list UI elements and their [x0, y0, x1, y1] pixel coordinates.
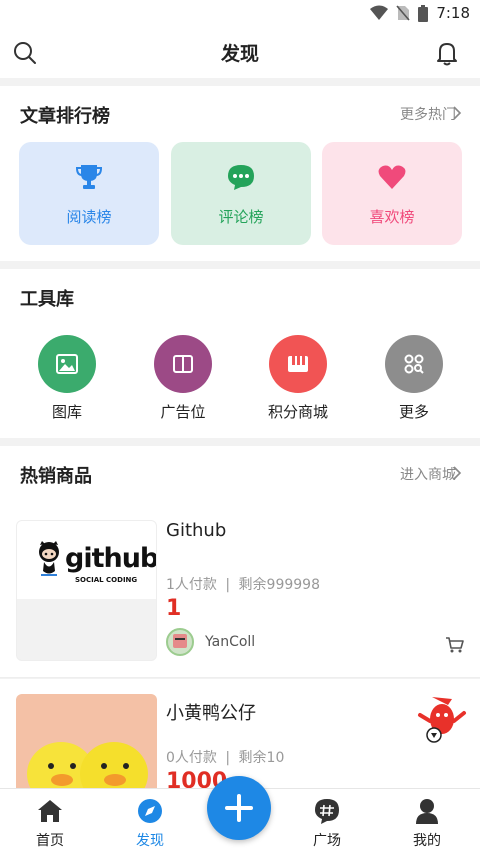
octocat-icon [39, 541, 59, 576]
add-post-button[interactable] [207, 776, 271, 840]
tab-discover-label: 发现 [136, 833, 164, 849]
shop-icon [288, 356, 308, 372]
hot-section-title: 热销商品 [20, 466, 92, 487]
rank-section-title: 文章排行榜 [20, 106, 110, 127]
tab-home-label: 首页 [36, 833, 64, 849]
paid-count: 1人付款 [166, 577, 217, 593]
tool-gallery-label: 图库 [51, 403, 82, 421]
product-name: 小黄鸭公仔 [166, 703, 256, 724]
comment-icon [228, 165, 254, 190]
compass-icon [138, 799, 162, 823]
tool-points-mall[interactable]: 积分商城 [248, 335, 348, 422]
rank-card-read[interactable]: 阅读榜 [19, 142, 159, 245]
book-icon [173, 355, 193, 373]
seller-avatar[interactable] [166, 628, 194, 656]
no-sim-icon [396, 5, 410, 21]
yellow-duck-image [27, 742, 148, 788]
home-icon [38, 800, 62, 822]
plus-icon [225, 794, 253, 822]
tool-points-mall-circle [269, 335, 327, 393]
stock-count: 剩余10 [238, 750, 285, 766]
rank-card-like[interactable]: 喜欢榜 [322, 142, 462, 245]
heart-icon [378, 165, 406, 189]
cart-icon[interactable] [445, 636, 465, 654]
status-icons: 7:18 [370, 4, 470, 22]
more-hot-link[interactable]: 更多热门 [400, 104, 456, 124]
enter-mall-link[interactable]: 进入商城 [400, 464, 456, 484]
chevron-right-icon[interactable] [452, 466, 462, 480]
mascot-sticker-icon [418, 697, 466, 743]
product-thumbnail: github SOCIAL CODING [16, 520, 157, 661]
tool-ad-slot-label: 广告位 [160, 403, 206, 421]
product-meta: 1人付款 | 剩余999998 [166, 574, 320, 594]
paid-count: 0人付款 [166, 750, 217, 766]
wifi-icon [370, 5, 389, 20]
battery-icon [418, 4, 429, 22]
product-card[interactable]: github SOCIAL CODING Github 1人付款 | 剩余999… [0, 500, 480, 678]
product-thumbnail [16, 694, 157, 788]
product-name: Github [166, 520, 227, 541]
tool-gallery[interactable]: 图库 [17, 335, 117, 422]
rank-card-comment[interactable]: 评论榜 [171, 142, 311, 245]
tab-home[interactable]: 首页 [2, 789, 98, 853]
tool-points-mall-label: 积分商城 [267, 403, 328, 421]
tools-section: 工具库 图库 广告位 积分商城 更多 [0, 269, 480, 438]
tool-more[interactable]: 更多 [364, 335, 464, 422]
meta-separator: | [225, 750, 231, 766]
product-meta: 0人付款 | 剩余10 [166, 747, 284, 767]
hot-section-header: 热销商品 进入商城 [0, 446, 480, 500]
app-bar: 发现 [0, 28, 480, 78]
tab-mine[interactable]: 我的 [379, 789, 475, 853]
grid-search-icon [404, 354, 424, 374]
image-icon [56, 354, 78, 374]
trophy-icon [75, 165, 103, 189]
github-wordmark: github [65, 543, 157, 574]
tool-ad-slot-circle [154, 335, 212, 393]
tool-more-circle [385, 335, 443, 393]
tool-ad-slot[interactable]: 广告位 [133, 335, 233, 422]
rank-card-comment-label: 评论榜 [218, 208, 264, 226]
tools-section-title: 工具库 [20, 289, 74, 310]
meta-separator: | [225, 577, 231, 593]
tab-square[interactable]: 广场 [279, 789, 375, 853]
hashtag-icon [315, 799, 339, 824]
rank-card-read-label: 阅读榜 [66, 208, 112, 226]
bell-icon[interactable] [434, 40, 460, 66]
user-icon [416, 799, 438, 824]
tool-more-label: 更多 [398, 403, 429, 421]
tab-discover[interactable]: 发现 [102, 789, 198, 853]
github-logo: github SOCIAL CODING [17, 521, 156, 599]
tab-square-label: 广场 [313, 833, 341, 849]
page-title: 发现 [220, 43, 259, 65]
tool-gallery-circle [38, 335, 96, 393]
seller-name[interactable]: YanColl [205, 634, 255, 650]
product-price: 1 [166, 596, 182, 621]
github-tagline: SOCIAL CODING [75, 576, 138, 584]
stock-count: 剩余999998 [238, 577, 320, 593]
chevron-right-icon[interactable] [452, 106, 462, 120]
status-bar: 7:18 [0, 0, 480, 28]
status-time: 7:18 [436, 4, 470, 22]
product-card[interactable]: 小黄鸭公仔 0人付款 | 剩余10 1000 [0, 679, 480, 788]
rank-card-like-label: 喜欢榜 [369, 208, 415, 226]
rank-section: 文章排行榜 更多热门 阅读榜 评论榜 喜欢榜 [0, 86, 480, 261]
tab-mine-label: 我的 [413, 833, 441, 849]
